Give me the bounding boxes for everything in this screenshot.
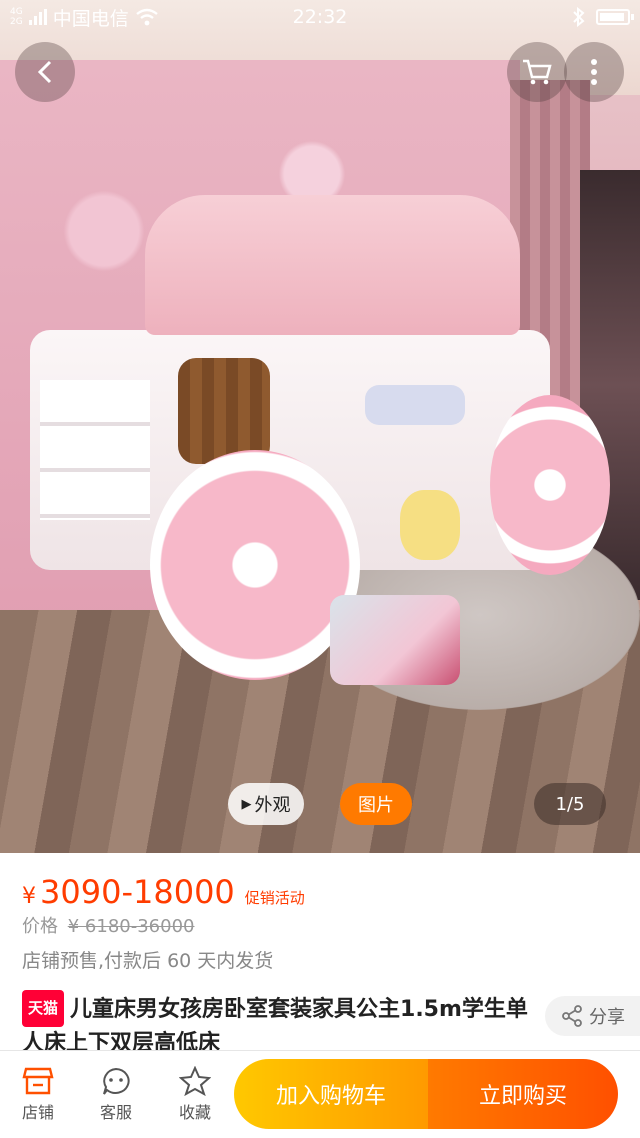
currency-symbol: ¥	[22, 884, 36, 909]
chevron-left-icon	[37, 60, 52, 84]
share-button[interactable]: 分享	[545, 996, 640, 1036]
status-bar: 4G 2G 中国电信 22:32	[0, 0, 640, 34]
star-icon	[179, 1066, 211, 1096]
original-price-row: 价格 ¥ 6180-36000	[22, 912, 194, 938]
product-image[interactable]	[0, 0, 640, 853]
play-icon: ▶	[241, 796, 252, 812]
front-wheel	[150, 450, 360, 680]
buy-now-button[interactable]: 立即购买	[428, 1059, 618, 1129]
bluetooth-icon	[573, 7, 585, 27]
add-to-cart-button[interactable]: 加入购物车	[234, 1059, 428, 1129]
chat-face-icon	[103, 1067, 130, 1095]
share-icon	[562, 1005, 582, 1027]
cushions	[330, 595, 460, 685]
favorite-tab[interactable]: 收藏	[165, 1063, 225, 1123]
clock: 22:32	[292, 6, 348, 28]
more-vertical-icon	[591, 59, 597, 85]
bed-pillow	[365, 385, 465, 425]
back-button[interactable]	[15, 42, 75, 102]
more-button[interactable]	[564, 42, 624, 102]
image-counter: 1/5	[534, 783, 606, 825]
original-price: ¥ 6180-36000	[67, 916, 195, 937]
cart-icon	[523, 59, 552, 85]
customer-service-tab[interactable]: 客服	[86, 1063, 146, 1123]
bed-canopy	[145, 195, 520, 335]
teddy-bear	[400, 490, 460, 560]
original-price-label: 价格	[22, 916, 58, 937]
barrel	[178, 358, 270, 464]
current-price: 3090-18000	[40, 873, 235, 911]
photo-view-button[interactable]: 图片	[340, 783, 412, 825]
price-row: ¥ 3090-18000 促销活动	[22, 873, 305, 911]
cart-button[interactable]	[507, 42, 567, 102]
back-wheel	[490, 395, 610, 575]
shop-tab[interactable]: 店铺	[8, 1063, 68, 1123]
presale-note: 店铺预售,付款后 60 天内发货	[22, 950, 274, 972]
exterior-view-button[interactable]: ▶ 外观	[228, 783, 304, 825]
battery-icon	[596, 9, 634, 25]
bed-drawers	[40, 380, 150, 520]
store-icon	[22, 1067, 54, 1095]
promo-link[interactable]: 促销活动	[245, 887, 305, 908]
tmall-badge: 天猫	[22, 990, 65, 1027]
